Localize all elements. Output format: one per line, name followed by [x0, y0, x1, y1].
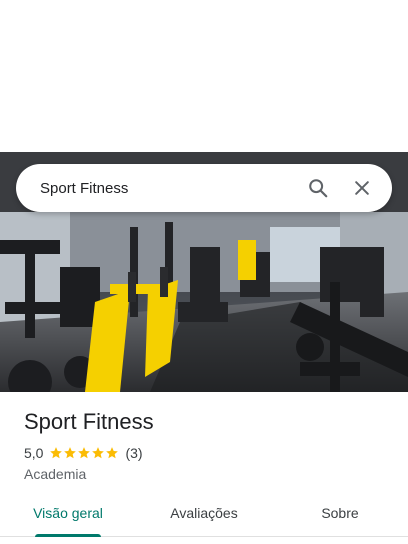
rating-value: 5,0: [24, 445, 44, 461]
review-count[interactable]: (3): [125, 445, 142, 461]
tab-overview[interactable]: Visão geral: [0, 492, 136, 537]
place-title: Sport Fitness: [24, 409, 154, 434]
star-icon: [92, 447, 105, 459]
close-icon: [355, 181, 369, 195]
star-rating: [49, 446, 119, 460]
rating-row[interactable]: 5,0 (3): [24, 444, 394, 462]
search-input[interactable]: Sport Fitness: [16, 180, 300, 197]
search-icon: [309, 179, 328, 198]
star-icon: [50, 447, 63, 459]
place-info: Sport Fitness 5,0 (3) Academia: [24, 408, 394, 482]
tab-about[interactable]: Sobre: [272, 492, 408, 536]
clear-search-button[interactable]: [344, 170, 380, 206]
search-button[interactable]: [300, 170, 336, 206]
star-icon: [64, 447, 77, 459]
tab-reviews[interactable]: Avaliações: [136, 492, 272, 536]
star-icon: [106, 447, 119, 459]
search-bar[interactable]: Sport Fitness: [16, 164, 392, 212]
place-tabs: Visão geral Avaliações Sobre: [0, 492, 408, 537]
star-icon: [78, 447, 91, 459]
place-category[interactable]: Academia: [24, 466, 394, 482]
